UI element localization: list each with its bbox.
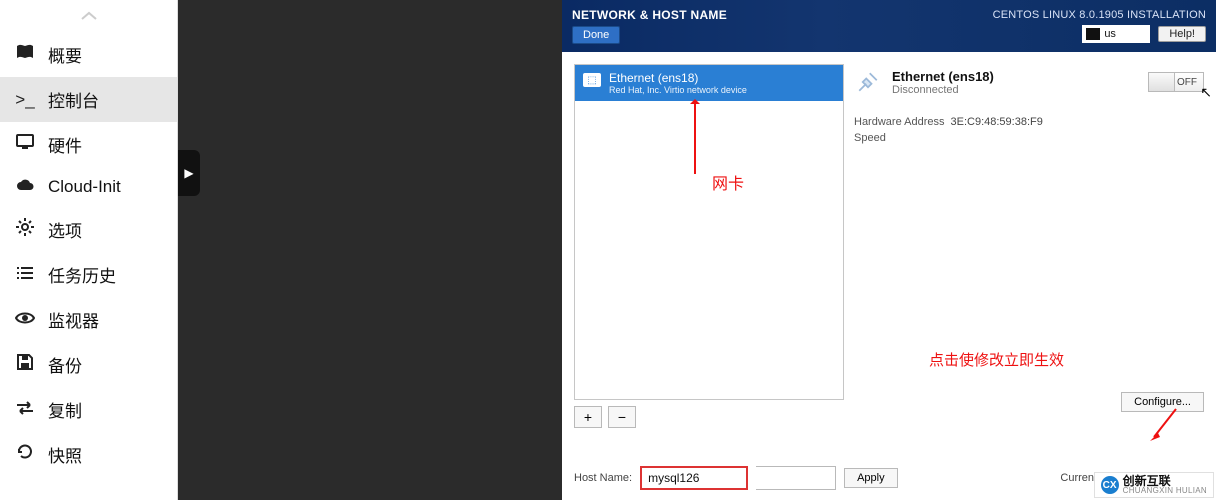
sidebar-item-label: 控制台 bbox=[48, 87, 99, 112]
monitor-icon bbox=[14, 134, 36, 155]
sidebar-item-label: 监视器 bbox=[48, 307, 99, 332]
layout-code: us bbox=[1104, 28, 1116, 40]
remove-device-button[interactable]: − bbox=[608, 406, 636, 428]
sidebar-item-cloudinit[interactable]: Cloud-Init bbox=[0, 167, 177, 207]
toggle-label: OFF bbox=[1177, 77, 1197, 88]
annotation-label-nic: 网卡 bbox=[712, 170, 744, 194]
sidebar-item-tasks[interactable]: 任务历史 bbox=[0, 252, 177, 297]
product-name: CENTOS LINUX 8.0.1905 INSTALLATION bbox=[993, 9, 1206, 21]
network-name: Ethernet (ens18) bbox=[892, 69, 994, 84]
sidebar-item-hardware[interactable]: 硬件 bbox=[0, 122, 177, 167]
page-title: NETWORK & HOST NAME bbox=[572, 8, 727, 22]
sidebar-item-label: 复制 bbox=[48, 397, 82, 422]
help-button[interactable]: Help! bbox=[1158, 26, 1206, 42]
network-toggle[interactable]: OFF bbox=[1148, 72, 1204, 92]
sidebar-item-label: 备份 bbox=[48, 352, 82, 377]
expand-console-tab[interactable]: ▶ bbox=[178, 150, 200, 196]
add-device-button[interactable]: + bbox=[574, 406, 602, 428]
sidebar-item-backup[interactable]: 备份 bbox=[0, 342, 177, 387]
annotation-arrow-apply bbox=[1150, 407, 1180, 446]
swap-icon bbox=[14, 400, 36, 420]
watermark: CX 创新互联 CHUANGXIN HULIAN bbox=[1094, 472, 1214, 498]
sidebar-item-overview[interactable]: 概要 bbox=[0, 32, 177, 77]
device-subtitle: Red Hat, Inc. Virtio network device bbox=[609, 85, 747, 95]
hostname-input-extension[interactable] bbox=[756, 466, 836, 490]
sidebar-item-label: 任务历史 bbox=[48, 262, 116, 287]
eye-icon bbox=[14, 310, 36, 330]
console-view: ▶ bbox=[178, 0, 562, 500]
disconnected-plug-icon bbox=[854, 68, 882, 96]
list-icon bbox=[14, 265, 36, 285]
apply-button[interactable]: Apply bbox=[844, 468, 898, 488]
network-state: Disconnected bbox=[892, 84, 994, 96]
annotation-label-apply: 点击使修改立即生效 bbox=[929, 349, 1064, 370]
hostname-label: Host Name: bbox=[574, 472, 632, 484]
save-icon bbox=[14, 354, 36, 375]
speed-label: Speed bbox=[854, 132, 886, 144]
sidebar-item-options[interactable]: 选项 bbox=[0, 207, 177, 252]
sidebar-item-label: 硬件 bbox=[48, 132, 82, 157]
hostname-input[interactable] bbox=[640, 466, 748, 490]
history-icon bbox=[14, 443, 36, 466]
device-list-empty-area bbox=[575, 101, 843, 399]
keyboard-layout-indicator[interactable]: us bbox=[1082, 25, 1150, 43]
watermark-logo-icon: CX bbox=[1101, 476, 1119, 494]
ethernet-port-icon: ⬚ bbox=[583, 73, 601, 87]
play-icon: ▶ bbox=[184, 166, 193, 180]
sidebar-item-replicate[interactable]: 复制 bbox=[0, 387, 177, 432]
sidebar-item-snapshot[interactable]: 快照 bbox=[0, 432, 177, 477]
sidebar-item-label: 概要 bbox=[48, 42, 82, 67]
done-button[interactable]: Done bbox=[572, 26, 620, 44]
sidebar-item-console[interactable]: >_ 控制台 bbox=[0, 77, 177, 122]
gear-icon bbox=[14, 218, 36, 241]
terminal-icon: >_ bbox=[14, 90, 36, 110]
sidebar-item-label: 快照 bbox=[48, 442, 82, 467]
sidebar-item-label: Cloud-Init bbox=[48, 177, 121, 197]
cursor-icon: ↖ bbox=[1200, 84, 1212, 101]
sidebar-item-label: 选项 bbox=[48, 217, 82, 242]
sidebar-collapse-chevron[interactable] bbox=[0, 0, 177, 32]
network-device-list[interactable]: ⬚ Ethernet (ens18) Red Hat, Inc. Virtio … bbox=[574, 64, 844, 400]
watermark-text-en: CHUANGXIN HULIAN bbox=[1123, 487, 1207, 495]
cloud-icon bbox=[14, 177, 36, 197]
sidebar-item-monitor[interactable]: 监视器 bbox=[0, 297, 177, 342]
keyboard-icon bbox=[1086, 28, 1100, 40]
hw-address-value: 3E:C9:48:59:38:F9 bbox=[951, 116, 1043, 128]
device-item-ens18[interactable]: ⬚ Ethernet (ens18) Red Hat, Inc. Virtio … bbox=[575, 65, 843, 101]
book-icon bbox=[14, 44, 36, 65]
hw-address-label: Hardware Address bbox=[854, 116, 945, 128]
installer-header: NETWORK & HOST NAME Done CENTOS LINUX 8.… bbox=[562, 0, 1216, 52]
device-title: Ethernet (ens18) bbox=[609, 71, 747, 85]
annotation-arrow-nic bbox=[694, 102, 696, 174]
